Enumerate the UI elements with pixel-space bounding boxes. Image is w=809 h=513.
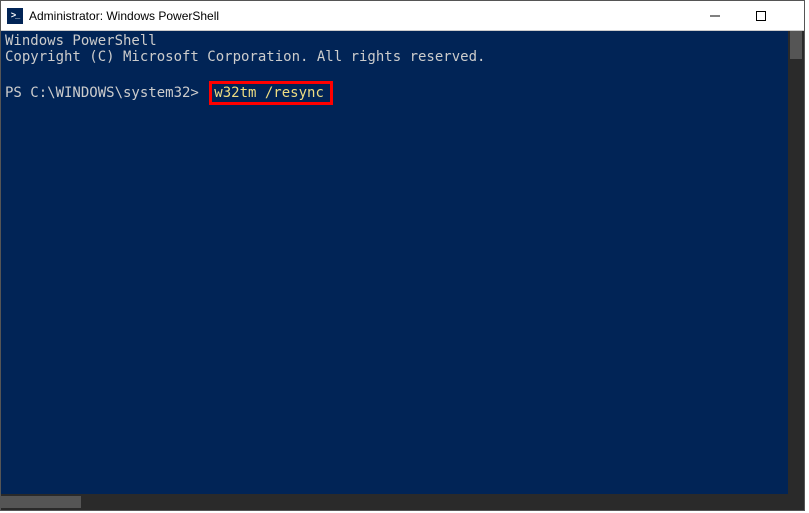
powershell-icon — [7, 8, 23, 24]
horizontal-scrollbar-thumb[interactable] — [1, 496, 81, 508]
vertical-scrollbar-thumb[interactable] — [790, 31, 802, 59]
window-title: Administrator: Windows PowerShell — [29, 9, 692, 23]
terminal-content[interactable]: Windows PowerShell Copyright (C) Microso… — [5, 33, 788, 494]
vertical-scrollbar[interactable] — [788, 31, 804, 510]
terminal-copyright-line: Copyright (C) Microsoft Corporation. All… — [5, 49, 788, 65]
terminal-header-line: Windows PowerShell — [5, 33, 788, 49]
close-button[interactable] — [784, 1, 804, 30]
titlebar[interactable]: Administrator: Windows PowerShell — [1, 1, 804, 31]
minimize-button[interactable] — [692, 1, 738, 30]
horizontal-scrollbar[interactable] — [1, 494, 788, 510]
prompt-line: PS C:\WINDOWS\system32> w32tm /resync — [5, 81, 788, 105]
command-text: w32tm /resync — [214, 85, 324, 101]
command-highlight-box: w32tm /resync — [209, 81, 333, 105]
terminal-area[interactable]: Windows PowerShell Copyright (C) Microso… — [1, 31, 804, 510]
maximize-button[interactable] — [738, 1, 784, 30]
window-controls — [692, 1, 804, 30]
powershell-window: Administrator: Windows PowerShell Window… — [0, 0, 805, 511]
prompt-text: PS C:\WINDOWS\system32> — [5, 85, 207, 101]
